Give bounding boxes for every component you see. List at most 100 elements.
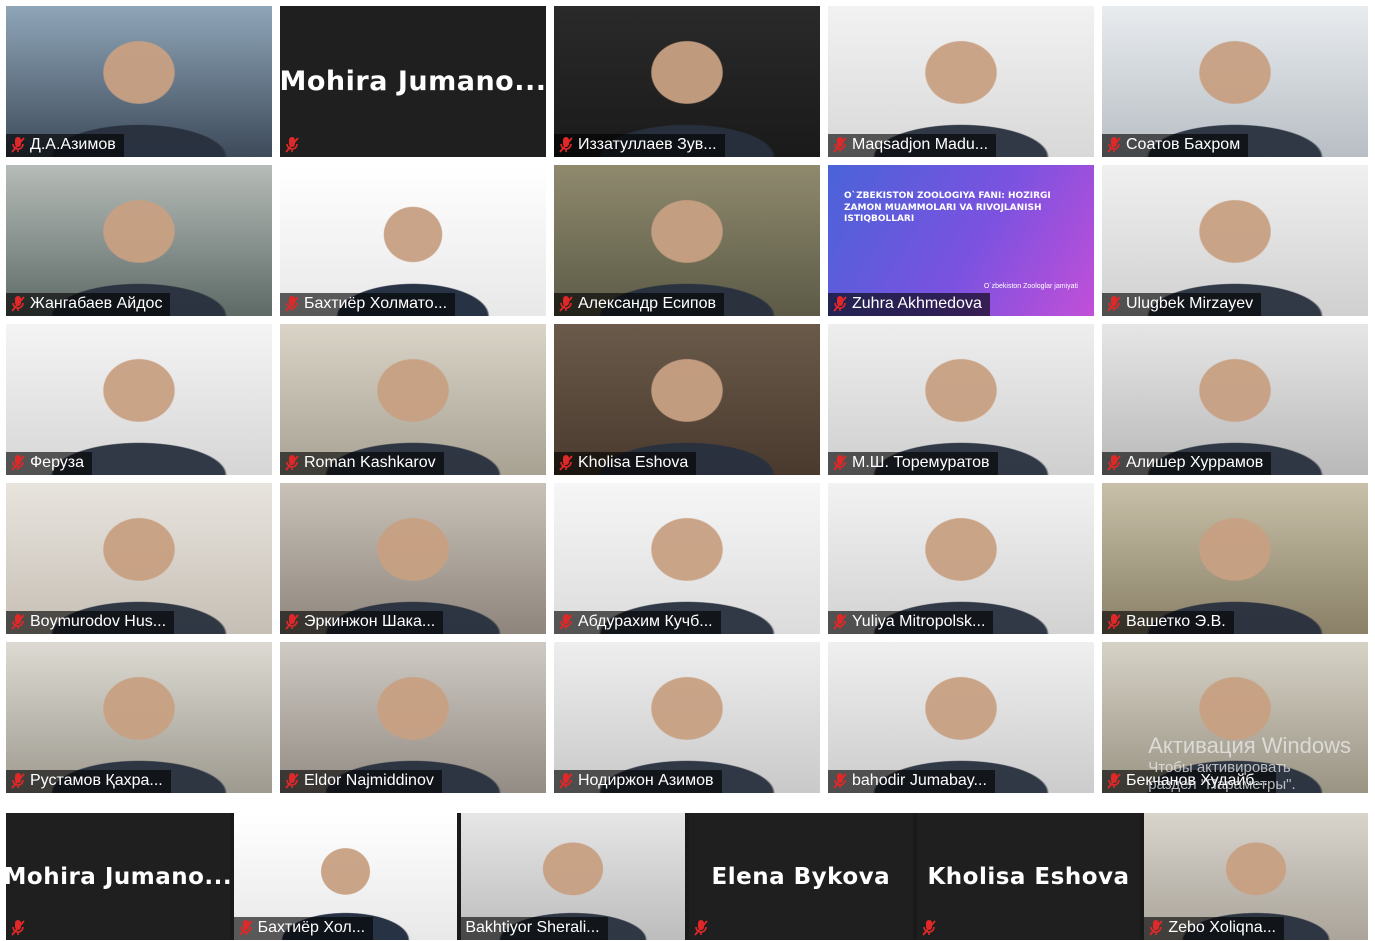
- participant-tile[interactable]: Mohira Jumano...: [6, 813, 230, 940]
- muted-mic-icon: [1106, 454, 1122, 472]
- muted-mic-icon: [284, 295, 300, 313]
- participant-name-label: Bakhtiyor Sherali...: [461, 917, 608, 940]
- participant-name: Kholisa Eshova: [578, 454, 689, 471]
- participant-name-label: Yuliya Mitropolsk...: [828, 611, 994, 634]
- participant-name-label: [689, 917, 717, 940]
- participant-tile[interactable]: Yuliya Mitropolsk...: [828, 483, 1094, 634]
- participant-tile[interactable]: Бекчанов Худайб...: [1102, 642, 1368, 793]
- gallery-grid: Д.А.Азимов Mohira Jumano... Иззатуллаев Зу…: [6, 6, 1368, 793]
- participant-tile[interactable]: Жангабаев Айдос: [6, 165, 272, 316]
- participant-name: Бекчанов Худайб...: [1126, 772, 1268, 789]
- muted-mic-icon: [10, 919, 26, 937]
- muted-mic-icon: [921, 919, 937, 937]
- participant-avatar-name: Kholisa Eshova: [927, 863, 1130, 890]
- participant-tile[interactable]: Roman Kashkarov: [280, 324, 546, 475]
- participant-name-label: М.Ш. Торемуратов: [828, 452, 998, 475]
- participant-tile[interactable]: Elena Bykova: [689, 813, 913, 940]
- participant-name: Иззатуллаев Зув...: [578, 136, 717, 153]
- muted-mic-icon: [1106, 772, 1122, 790]
- muted-mic-icon: [10, 295, 26, 313]
- participant-name: Соатов Бахром: [1126, 136, 1241, 153]
- participant-name: Феруза: [30, 454, 85, 471]
- participant-name-label: Соатов Бахром: [1102, 134, 1249, 157]
- participant-name: Бахтиёр Холмато...: [304, 295, 448, 312]
- participant-tile[interactable]: Бахтиёр Холмато...: [280, 165, 546, 316]
- participant-name: Eldor Najmiddinov: [304, 772, 434, 789]
- participant-tile[interactable]: Рустамов Қахра...: [6, 642, 272, 793]
- participant-name: Roman Kashkarov: [304, 454, 436, 471]
- participant-tile[interactable]: Eldor Najmiddinov: [280, 642, 546, 793]
- participant-name-label: Бекчанов Худайб...: [1102, 770, 1276, 793]
- participant-name-label: Boymurodov Hus...: [6, 611, 175, 634]
- participant-tile[interactable]: Бахтиёр Хол...: [233, 813, 458, 940]
- participant-name-label: Александр Есипов: [554, 293, 724, 316]
- muted-mic-icon: [1106, 136, 1122, 154]
- participant-name-label: [280, 134, 308, 157]
- muted-mic-icon: [832, 613, 848, 631]
- participant-tile[interactable]: М.Ш. Торемуратов: [828, 324, 1094, 475]
- muted-mic-icon: [558, 136, 574, 154]
- participant-tile[interactable]: Maqsadjon Madu...: [828, 6, 1094, 157]
- participant-name: Вашетко Э.В.: [1126, 613, 1226, 630]
- participant-name: Абдурахим Кучб...: [578, 613, 713, 630]
- muted-mic-icon: [558, 295, 574, 313]
- participant-tile[interactable]: Bakhtiyor Sherali...: [461, 813, 685, 940]
- participant-name: М.Ш. Торемуратов: [852, 454, 990, 471]
- participant-strip: Mohira Jumano... Бахтиёр Хол... Bakhtiyor …: [6, 813, 1368, 940]
- participant-tile[interactable]: Вашетко Э.В.: [1102, 483, 1368, 634]
- participant-name: Бахтиёр Хол...: [257, 919, 366, 936]
- participant-name-label: Нодиржон Азимов: [554, 770, 722, 793]
- participant-name: Алишер Хуррамов: [1126, 454, 1264, 471]
- participant-tile[interactable]: Феруза: [6, 324, 272, 475]
- participant-name: Bakhtiyor Sherali...: [465, 919, 600, 936]
- participant-tile[interactable]: Александр Есипов: [554, 165, 820, 316]
- participant-name-label: Eldor Najmiddinov: [280, 770, 442, 793]
- participant-name: Нодиржон Азимов: [578, 772, 714, 789]
- participant-tile[interactable]: Ulugbek Mirzayev: [1102, 165, 1368, 316]
- muted-mic-icon: [1106, 613, 1122, 631]
- muted-mic-icon: [693, 919, 709, 937]
- participant-tile[interactable]: Эркинжон Шака...: [280, 483, 546, 634]
- participant-tile[interactable]: Нодиржон Азимов: [554, 642, 820, 793]
- participant-tile[interactable]: Boymurodov Hus...: [6, 483, 272, 634]
- participant-tile[interactable]: O`ZBEKISTON ZOOLOGIYA FANI: HOZIRGI ZAMO…: [828, 165, 1094, 316]
- participant-tile[interactable]: Алишер Хуррамов: [1102, 324, 1368, 475]
- participant-tile[interactable]: Kholisa Eshova: [554, 324, 820, 475]
- participant-tile[interactable]: bahodir Jumabay...: [828, 642, 1094, 793]
- participant-name: bahodir Jumabay...: [852, 772, 987, 789]
- participant-avatar-name: Elena Bykova: [711, 863, 891, 890]
- participant-tile[interactable]: Mohira Jumano...: [280, 6, 546, 157]
- participant-tile[interactable]: Kholisa Eshova: [916, 813, 1141, 940]
- shared-slide-title: O`ZBEKISTON ZOOLOGIYA FANI: HOZIRGI ZAMO…: [844, 191, 1051, 225]
- participant-tile[interactable]: Д.А.Азимов: [6, 6, 272, 157]
- participant-name: Yuliya Mitropolsk...: [852, 613, 986, 630]
- muted-mic-icon: [10, 454, 26, 472]
- participant-name-label: Бахтиёр Хол...: [233, 917, 374, 940]
- muted-mic-icon: [558, 454, 574, 472]
- participant-name-label: Zebo Xoliqna...: [1144, 917, 1284, 940]
- muted-mic-icon: [284, 613, 300, 631]
- participant-tile[interactable]: Абдурахим Кучб...: [554, 483, 820, 634]
- participant-name-label: Жангабаев Айдос: [6, 293, 171, 316]
- participant-tile[interactable]: Zebo Xoliqna...: [1144, 813, 1368, 940]
- participant-name-label: Zuhra Akhmedova: [828, 293, 990, 316]
- participant-name: Zuhra Akhmedova: [852, 295, 982, 312]
- muted-mic-icon: [832, 136, 848, 154]
- participant-tile[interactable]: Соатов Бахром: [1102, 6, 1368, 157]
- muted-mic-icon: [10, 772, 26, 790]
- shared-slide-footer: O`zbekiston Zoologlar jamiyati: [983, 283, 1078, 290]
- participant-name-label: Roman Kashkarov: [280, 452, 444, 475]
- participant-name-label: Maqsadjon Madu...: [828, 134, 997, 157]
- participant-name-label: Бахтиёр Холмато...: [280, 293, 456, 316]
- participant-name-label: Kholisa Eshova: [554, 452, 697, 475]
- participant-name-label: [6, 917, 34, 940]
- muted-mic-icon: [832, 295, 848, 313]
- muted-mic-icon: [558, 613, 574, 631]
- participant-name: Boymurodov Hus...: [30, 613, 167, 630]
- participant-name: Ulugbek Mirzayev: [1126, 295, 1254, 312]
- participant-tile[interactable]: Иззатуллаев Зув...: [554, 6, 820, 157]
- muted-mic-icon: [558, 772, 574, 790]
- participant-name-label: Абдурахим Кучб...: [554, 611, 721, 634]
- participant-name: Maqsadjon Madu...: [852, 136, 989, 153]
- participant-name-label: Алишер Хуррамов: [1102, 452, 1272, 475]
